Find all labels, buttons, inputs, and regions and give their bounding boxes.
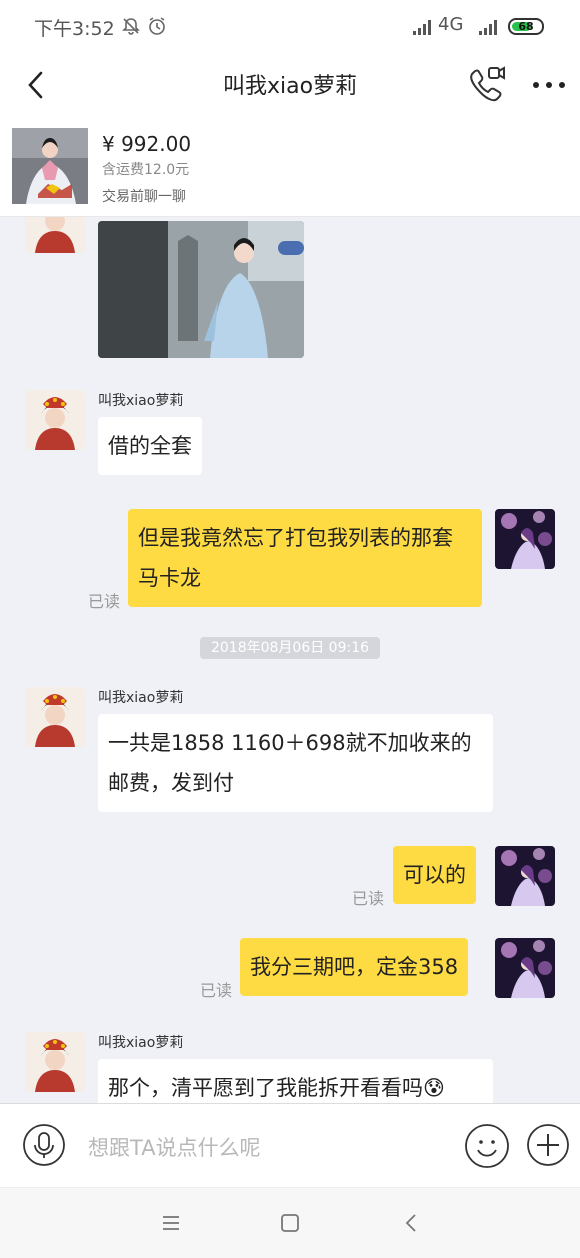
- alarm-icon: [149, 17, 165, 35]
- message-bubble-incoming[interactable]: 那个，清平愿到了我能拆开看看吗😰: [98, 1059, 493, 1103]
- message-bubble-incoming[interactable]: 一共是1858 1160＋698就不加收来的邮费，发到付: [98, 714, 493, 812]
- back-nav-icon[interactable]: [399, 1210, 425, 1236]
- message-input-bar: 想跟TA说点什么呢: [0, 1103, 580, 1188]
- chat-message-list[interactable]: 叫我xiao萝莉 借的全套 但是我竟然忘了打包我列表的那套马卡龙 已读 2018…: [0, 217, 580, 1103]
- mute-notification-icon: [122, 18, 140, 35]
- signal-icon: [413, 20, 431, 35]
- signal-icon-2: [479, 20, 497, 35]
- read-receipt: 已读: [352, 889, 385, 908]
- video-call-icon[interactable]: [467, 66, 507, 102]
- battery-icon: 68: [508, 18, 544, 35]
- sender-name: 叫我xiao萝莉: [98, 393, 184, 409]
- product-card[interactable]: ¥ 992.00 含运费12.0元 交易前聊一聊: [0, 112, 580, 217]
- status-bar: 下午3:52 4G 68: [0, 0, 580, 56]
- sender-name: 叫我xiao萝莉: [98, 690, 184, 706]
- message-timestamp: 2018年08月06日 09:16: [200, 637, 380, 659]
- product-price: ¥ 992.00: [102, 132, 192, 156]
- avatar-me[interactable]: [495, 846, 555, 906]
- microphone-icon[interactable]: [22, 1123, 66, 1167]
- system-nav-bar: [0, 1187, 580, 1258]
- avatar-other[interactable]: [25, 390, 85, 450]
- read-receipt: 已读: [88, 592, 121, 611]
- avatar-other[interactable]: [25, 687, 85, 747]
- plus-icon[interactable]: [526, 1123, 570, 1167]
- avatar-me[interactable]: [495, 938, 555, 998]
- home-icon[interactable]: [277, 1210, 303, 1236]
- menu-icon[interactable]: [158, 1210, 184, 1236]
- status-time: 下午3:52: [34, 18, 115, 40]
- product-thumbnail[interactable]: [12, 128, 88, 204]
- read-receipt: 已读: [200, 981, 233, 1000]
- avatar-other[interactable]: [25, 217, 85, 253]
- chat-header: 叫我xiao萝莉: [0, 56, 580, 112]
- network-type: 4G: [438, 14, 464, 35]
- sender-name: 叫我xiao萝莉: [98, 1035, 184, 1051]
- pre-trade-chat-label: 交易前聊一聊: [102, 189, 186, 205]
- emoji-icon[interactable]: [464, 1123, 510, 1169]
- avatar-me[interactable]: [495, 509, 555, 569]
- message-bubble-outgoing[interactable]: 我分三期吧，定金358: [240, 938, 469, 996]
- avatar-other[interactable]: [25, 1032, 85, 1092]
- shipping-fee: 含运费12.0元: [102, 162, 190, 178]
- message-input[interactable]: 想跟TA说点什么呢: [88, 1132, 261, 1162]
- battery-level: 68: [518, 20, 534, 33]
- more-icon[interactable]: [530, 70, 568, 100]
- message-bubble-outgoing[interactable]: 可以的: [393, 846, 476, 904]
- message-bubble-incoming[interactable]: 借的全套: [98, 417, 202, 475]
- message-bubble-outgoing[interactable]: 但是我竟然忘了打包我列表的那套马卡龙: [128, 509, 482, 607]
- message-image[interactable]: [98, 221, 304, 358]
